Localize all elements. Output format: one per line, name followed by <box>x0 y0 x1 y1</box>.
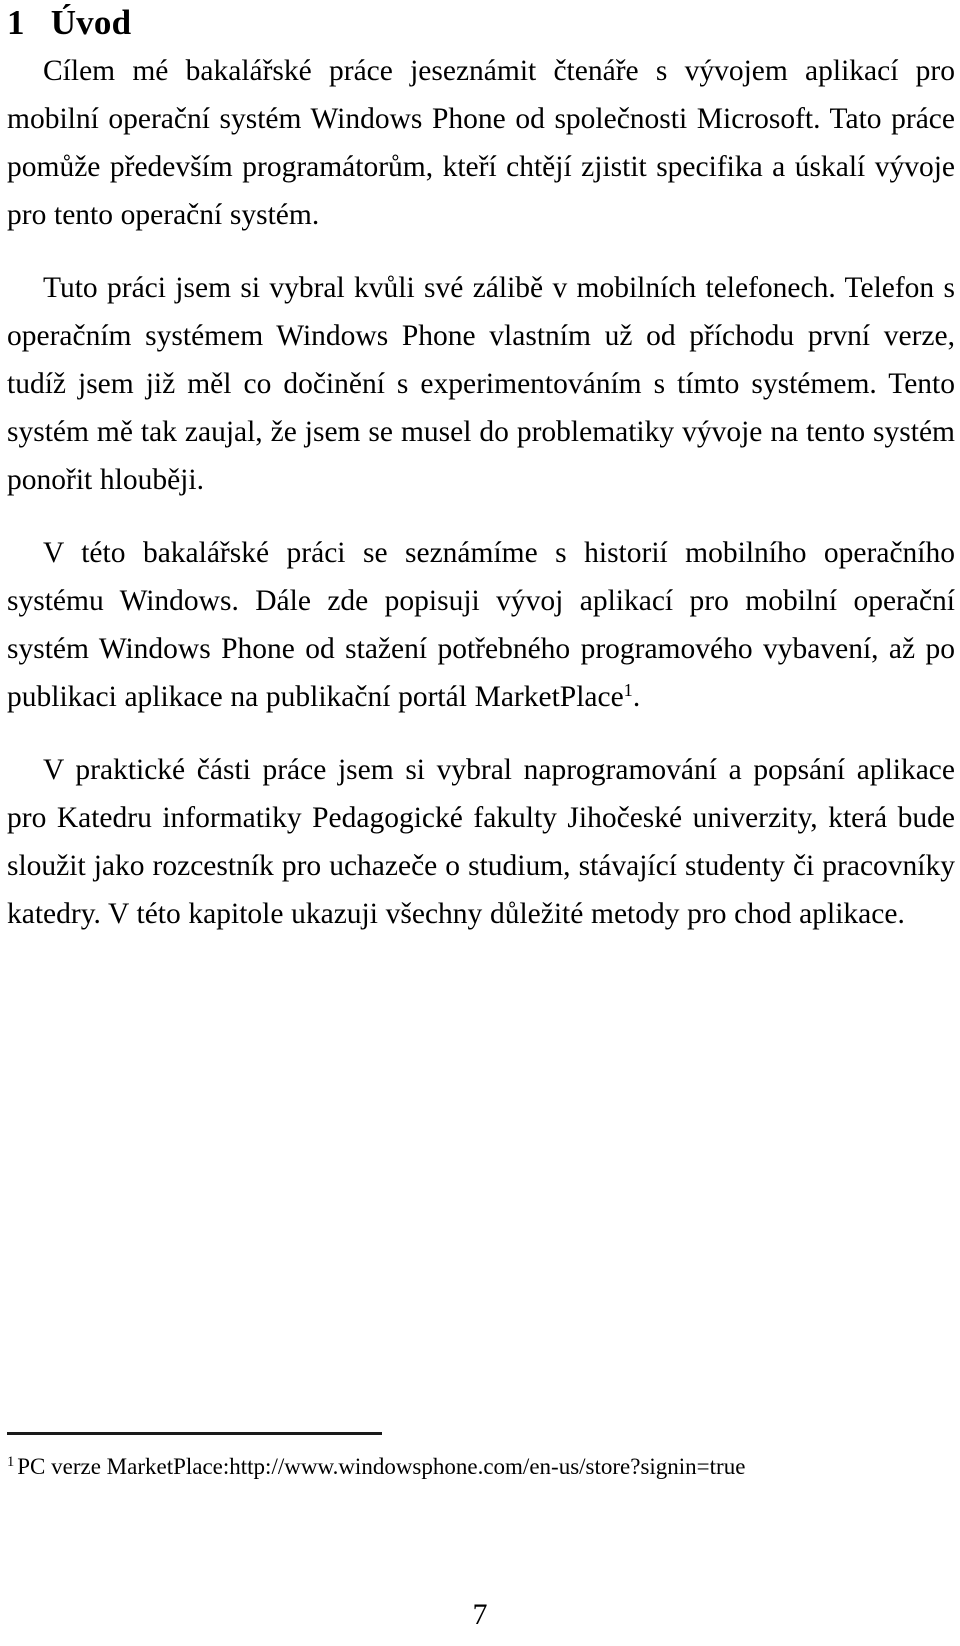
paragraph-3-tail: . <box>632 681 641 714</box>
footnote-marker: 1 <box>7 1454 15 1471</box>
page-number: 7 <box>472 1598 488 1631</box>
footnote-area: 1 PC verze MarketPlace:http://www.windows… <box>7 1432 955 1481</box>
paragraph-3-text: V této bakalářské práci se seznámíme s h… <box>7 537 955 714</box>
footnote-entry: 1 PC verze MarketPlace:http://www.windows… <box>7 1453 955 1481</box>
footnote-separator-rule <box>7 1432 382 1435</box>
footnote-reference-1[interactable]: 1 <box>624 680 633 700</box>
paragraph-1: Cílem mé bakalářské práce jeseznámit čte… <box>7 55 955 232</box>
paragraph-4: V praktické části práce jsem si vybral n… <box>7 754 955 931</box>
document-page: 1 Úvod Cílem mé bakalářské práce jeseznám… <box>0 0 960 1646</box>
page-title: 1 Úvod <box>7 2 955 43</box>
paragraph-3: V této bakalářské práci se seznámíme s h… <box>7 529 955 721</box>
heading-number: 1 <box>7 3 25 42</box>
footnote-text: PC verze MarketPlace:http://www.windowsp… <box>17 1454 746 1479</box>
page-content: 1 Úvod Cílem mé bakalářské práce jeseznám… <box>7 0 955 938</box>
heading-title-text: Úvod <box>50 3 132 42</box>
paragraph-2: Tuto práci jsem si vybral kvůli své záli… <box>7 272 955 497</box>
